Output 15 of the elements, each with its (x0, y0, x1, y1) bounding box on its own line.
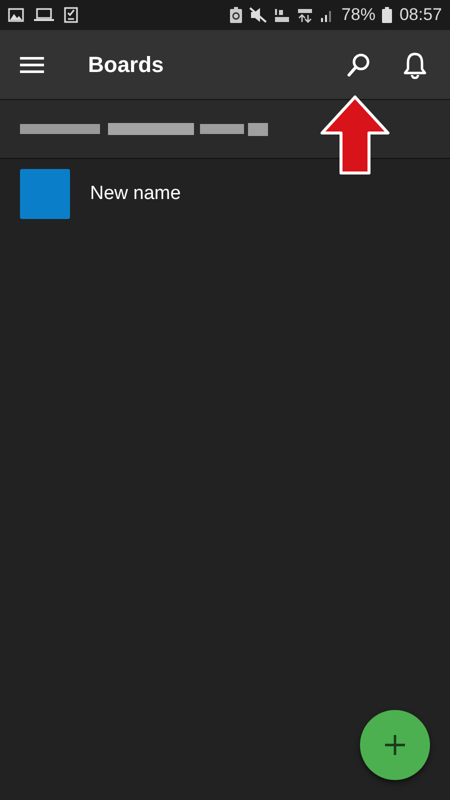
board-item[interactable]: New name (0, 159, 450, 229)
image-icon (8, 8, 24, 22)
bell-icon (402, 50, 428, 78)
screen-title: Boards (88, 52, 165, 78)
battery-saver-icon (230, 7, 242, 23)
clock: 08:57 (399, 5, 442, 25)
menu-icon (20, 56, 44, 74)
search-icon (346, 52, 372, 78)
checklist-icon (64, 7, 78, 23)
mute-icon (249, 7, 268, 23)
laptop-icon (34, 8, 54, 22)
plus-icon (384, 734, 406, 756)
battery-icon (382, 7, 392, 23)
battery-percent: 78% (341, 5, 376, 25)
data-arrows-icon (297, 7, 314, 23)
